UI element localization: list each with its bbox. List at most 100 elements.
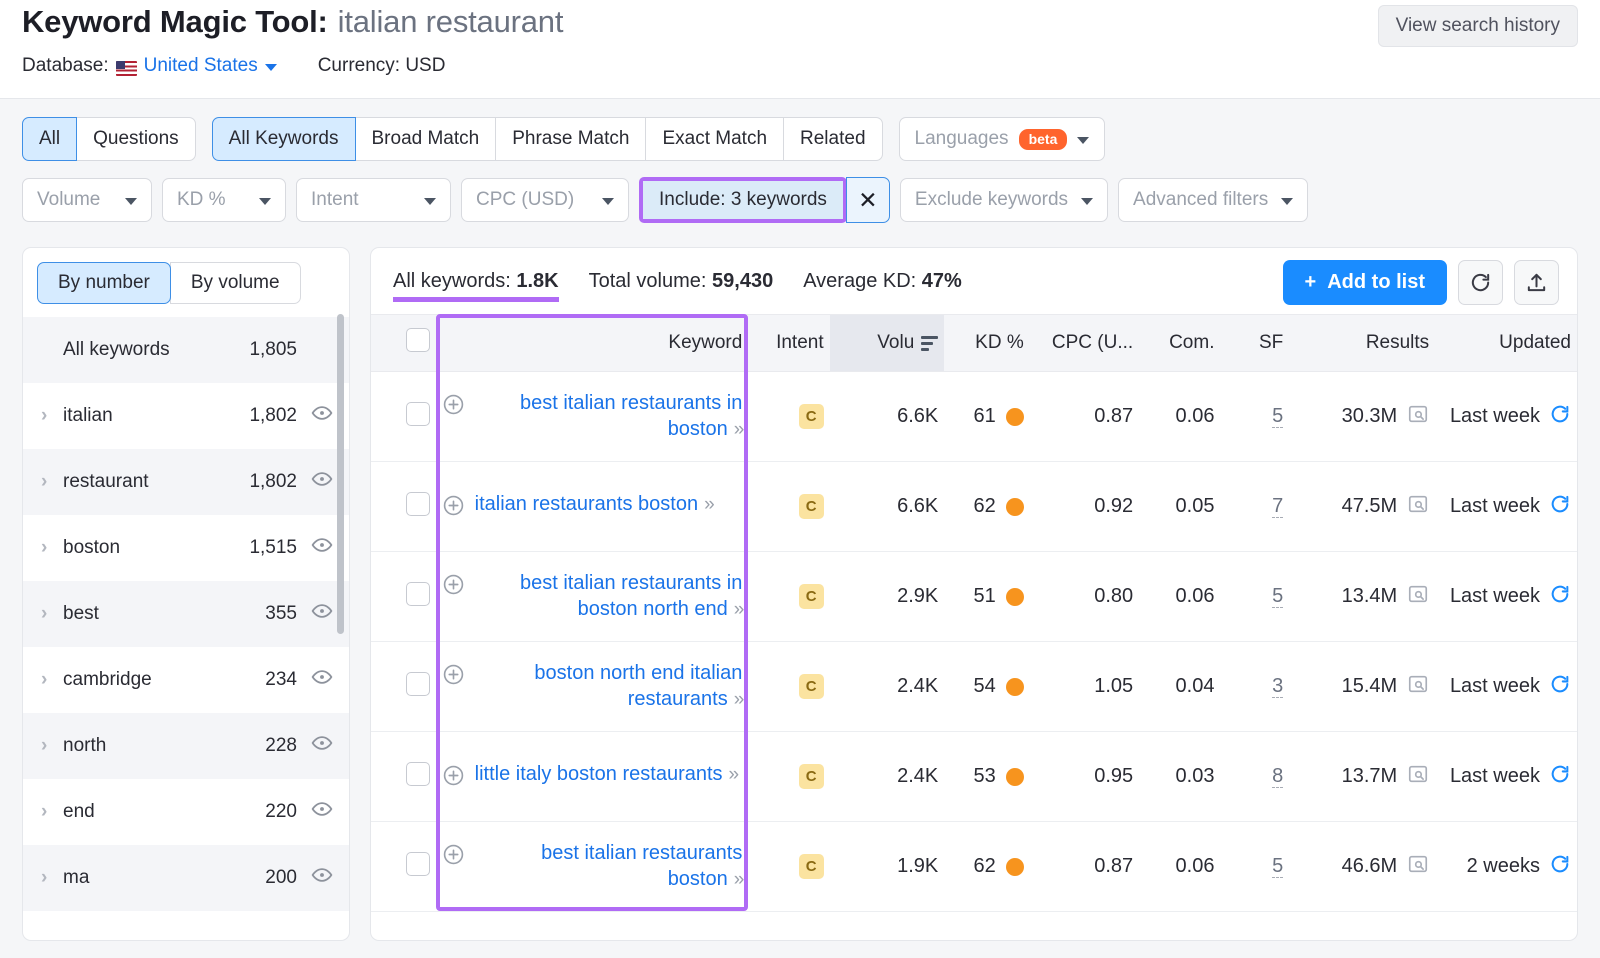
- by-number-button[interactable]: By number: [37, 262, 171, 304]
- eye-icon[interactable]: [311, 468, 333, 496]
- table-row[interactable]: little italy boston restaurants»C2.4K530…: [371, 732, 1577, 822]
- chevron-right-icon[interactable]: ›: [41, 471, 63, 493]
- eye-icon[interactable]: [311, 600, 333, 628]
- by-volume-button[interactable]: By volume: [170, 262, 301, 304]
- keyword-link[interactable]: italian restaurants boston»: [475, 491, 713, 518]
- chevron-right-icon[interactable]: ›: [41, 603, 63, 625]
- tab-phrase-match[interactable]: Phrase Match: [495, 117, 646, 161]
- serp-icon[interactable]: [1407, 493, 1429, 521]
- intent-badge[interactable]: C: [799, 584, 824, 609]
- chevron-right-icon[interactable]: ›: [41, 537, 63, 559]
- refresh-icon[interactable]: [1549, 853, 1571, 881]
- tab-all-keywords[interactable]: All Keywords: [212, 117, 356, 161]
- add-keyword-icon[interactable]: [442, 390, 465, 422]
- row-checkbox[interactable]: [406, 672, 430, 696]
- sidebar-scrollbar[interactable]: [337, 314, 344, 634]
- header-sf[interactable]: SF: [1220, 315, 1289, 372]
- sidebar-group-row[interactable]: ›restaurant1,802: [23, 449, 349, 515]
- header-results[interactable]: Results: [1289, 315, 1435, 372]
- serp-icon[interactable]: [1407, 763, 1429, 791]
- chevron-right-icon[interactable]: ›: [41, 405, 63, 427]
- sf-value[interactable]: 3: [1272, 675, 1283, 698]
- chevron-right-icon[interactable]: ›: [41, 867, 63, 889]
- sidebar-group-row[interactable]: ›end220: [23, 779, 349, 845]
- row-checkbox[interactable]: [406, 402, 430, 426]
- cpc-filter[interactable]: CPC (USD): [461, 178, 629, 222]
- sidebar-group-row[interactable]: ›best355: [23, 581, 349, 647]
- volume-filter[interactable]: Volume: [22, 178, 152, 222]
- kd-filter[interactable]: KD %: [162, 178, 286, 222]
- keyword-link[interactable]: little italy boston restaurants»: [475, 761, 737, 788]
- sort-icon[interactable]: [921, 336, 938, 351]
- add-keyword-icon[interactable]: [442, 491, 465, 523]
- sf-value[interactable]: 8: [1272, 765, 1283, 788]
- refresh-icon[interactable]: [1549, 403, 1571, 431]
- tab-all[interactable]: All: [22, 117, 77, 161]
- refresh-icon[interactable]: [1549, 583, 1571, 611]
- keyword-link[interactable]: boston north end italian restaurants»: [475, 660, 743, 713]
- expand-chevrons-icon[interactable]: »: [734, 599, 743, 620]
- include-keywords-label[interactable]: Include: 3 keywords: [643, 181, 843, 219]
- eye-icon[interactable]: [311, 732, 333, 760]
- header-kd[interactable]: KD %: [944, 315, 1029, 372]
- keyword-link[interactable]: best italian restaurants in boston»: [475, 390, 743, 443]
- add-keyword-icon[interactable]: [442, 761, 465, 793]
- header-com[interactable]: Com.: [1139, 315, 1220, 372]
- serp-icon[interactable]: [1407, 673, 1429, 701]
- chevron-right-icon[interactable]: ›: [41, 801, 63, 823]
- sidebar-group-row[interactable]: All keywords1,805: [23, 317, 349, 383]
- chevron-down-icon[interactable]: [265, 64, 277, 71]
- header-keyword[interactable]: Keyword: [436, 315, 749, 372]
- sf-value[interactable]: 5: [1272, 405, 1283, 428]
- eye-icon[interactable]: [311, 666, 333, 694]
- sidebar-group-row[interactable]: ›cambridge234: [23, 647, 349, 713]
- table-row[interactable]: best italian restaurants boston»C1.9K620…: [371, 822, 1577, 912]
- chevron-right-icon[interactable]: ›: [41, 669, 63, 691]
- serp-icon[interactable]: [1407, 403, 1429, 431]
- expand-chevrons-icon[interactable]: »: [734, 689, 743, 710]
- table-row[interactable]: italian restaurants boston»C6.6K620.920.…: [371, 462, 1577, 552]
- eye-icon[interactable]: [311, 402, 333, 430]
- sidebar-group-row[interactable]: ›boston1,515: [23, 515, 349, 581]
- intent-badge[interactable]: C: [799, 404, 824, 429]
- row-checkbox[interactable]: [406, 852, 430, 876]
- intent-badge[interactable]: C: [799, 494, 824, 519]
- table-row[interactable]: best italian restaurants in boston»C6.6K…: [371, 372, 1577, 462]
- chevron-right-icon[interactable]: ›: [41, 735, 63, 757]
- sf-value[interactable]: 5: [1272, 585, 1283, 608]
- header-updated[interactable]: Updated: [1435, 315, 1577, 372]
- intent-badge[interactable]: C: [799, 764, 824, 789]
- header-cpc[interactable]: CPC (U...: [1030, 315, 1139, 372]
- expand-chevrons-icon[interactable]: »: [704, 494, 713, 515]
- refresh-button[interactable]: [1458, 260, 1503, 305]
- select-all-checkbox[interactable]: [406, 328, 430, 352]
- serp-icon[interactable]: [1407, 853, 1429, 881]
- sidebar-group-row[interactable]: ›italian1,802: [23, 383, 349, 449]
- row-checkbox[interactable]: [406, 492, 430, 516]
- tab-related[interactable]: Related: [783, 117, 883, 161]
- eye-icon[interactable]: [311, 798, 333, 826]
- sidebar-group-row[interactable]: ›north228: [23, 713, 349, 779]
- intent-filter[interactable]: Intent: [296, 178, 451, 222]
- serp-icon[interactable]: [1407, 583, 1429, 611]
- sidebar-group-row[interactable]: ›ma200: [23, 845, 349, 911]
- refresh-icon[interactable]: [1549, 493, 1571, 521]
- row-checkbox[interactable]: [406, 582, 430, 606]
- expand-chevrons-icon[interactable]: »: [729, 764, 738, 785]
- database-value[interactable]: United States: [144, 55, 258, 77]
- keyword-link[interactable]: best italian restaurants boston»: [475, 840, 743, 893]
- tab-questions[interactable]: Questions: [76, 117, 196, 161]
- header-intent[interactable]: Intent: [748, 315, 829, 372]
- tab-broad-match[interactable]: Broad Match: [355, 117, 497, 161]
- header-volume[interactable]: Volu: [830, 315, 945, 372]
- view-search-history-button[interactable]: View search history: [1378, 5, 1578, 47]
- add-keyword-icon[interactable]: [442, 660, 465, 692]
- keyword-link[interactable]: best italian restaurants in boston north…: [475, 570, 743, 623]
- add-keyword-icon[interactable]: [442, 570, 465, 602]
- intent-badge[interactable]: C: [799, 854, 824, 879]
- tab-exact-match[interactable]: Exact Match: [645, 117, 784, 161]
- refresh-icon[interactable]: [1549, 763, 1571, 791]
- database-selector[interactable]: Database: United States: [22, 55, 277, 77]
- sf-value[interactable]: 5: [1272, 855, 1283, 878]
- refresh-icon[interactable]: [1549, 673, 1571, 701]
